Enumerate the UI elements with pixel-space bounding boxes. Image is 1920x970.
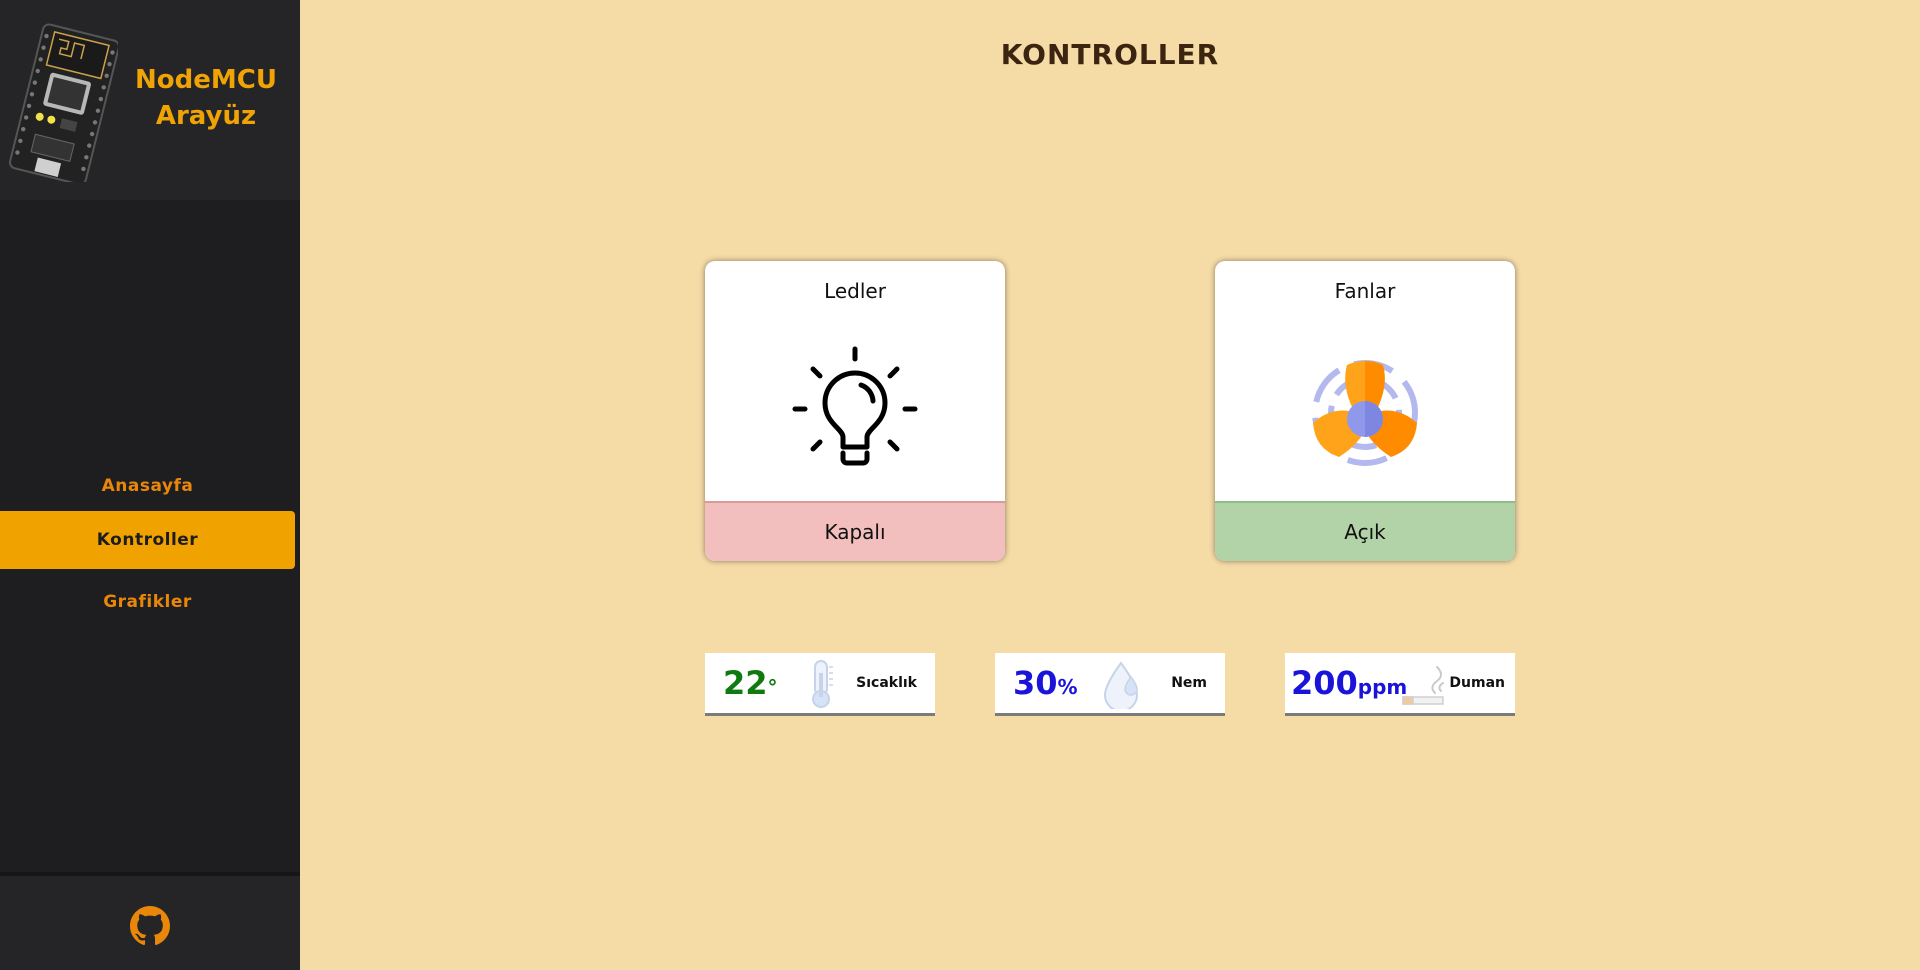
humidity-unit: % [1057,675,1078,699]
sensor-value: 30% [1013,663,1078,707]
page-title: KONTROLLER [1000,38,1220,71]
nav-item-anasayfa[interactable]: Anasayfa [0,457,295,515]
brand-title-line1: NodeMCU [135,65,277,95]
sidebar-footer [0,872,300,970]
nav-item-label: Grafikler [103,592,192,612]
sensor-value: 200ppm [1291,663,1407,707]
brand-title: NodeMCU Arayüz [126,62,286,134]
fan-status-button[interactable]: Açık [1215,501,1515,561]
smoke-value: 200 [1291,664,1358,702]
water-drop-icon [1103,661,1139,709]
brand-title-line2: Arayüz [155,101,257,131]
smoke-unit: ppm [1357,675,1408,699]
sensor-label: Sıcaklık [856,675,917,691]
nav-item-label: Kontroller [96,530,199,550]
nav-item-grafikler[interactable]: Grafikler [0,573,295,631]
sensor-smoke: 200ppm Duman [1285,653,1515,716]
card-title: Ledler [824,279,886,303]
led-card: Ledler Kapalı [705,261,1005,561]
github-icon[interactable] [130,906,170,946]
sensor-humidity: 30% Nem [995,653,1225,716]
nodemcu-board-icon [8,23,118,182]
cigarette-smoke-icon [1402,666,1444,705]
sensor-temperature: 22° Sıcaklık [705,653,935,716]
sensor-label: Nem [1171,675,1207,691]
humidity-value: 30 [1013,664,1058,702]
temperature-value: 22 [723,664,768,702]
led-status-button[interactable]: Kapalı [705,501,1005,561]
sidebar: NodeMCU Arayüz Anasayfa Kontroller Grafi… [0,0,300,970]
thermometer-icon [812,660,833,708]
sensor-value: 22° [723,663,778,707]
lightbulb-icon [792,346,918,466]
temperature-unit: ° [767,675,778,699]
card-title: Fanlar [1334,279,1396,303]
nav-item-kontroller[interactable]: Kontroller [0,511,295,569]
fan-card: Fanlar Açık [1215,261,1515,561]
sensor-label: Duman [1449,675,1505,691]
brand: NodeMCU Arayüz [0,0,300,200]
nav-item-label: Anasayfa [101,476,194,496]
fan-icon [1312,360,1418,466]
